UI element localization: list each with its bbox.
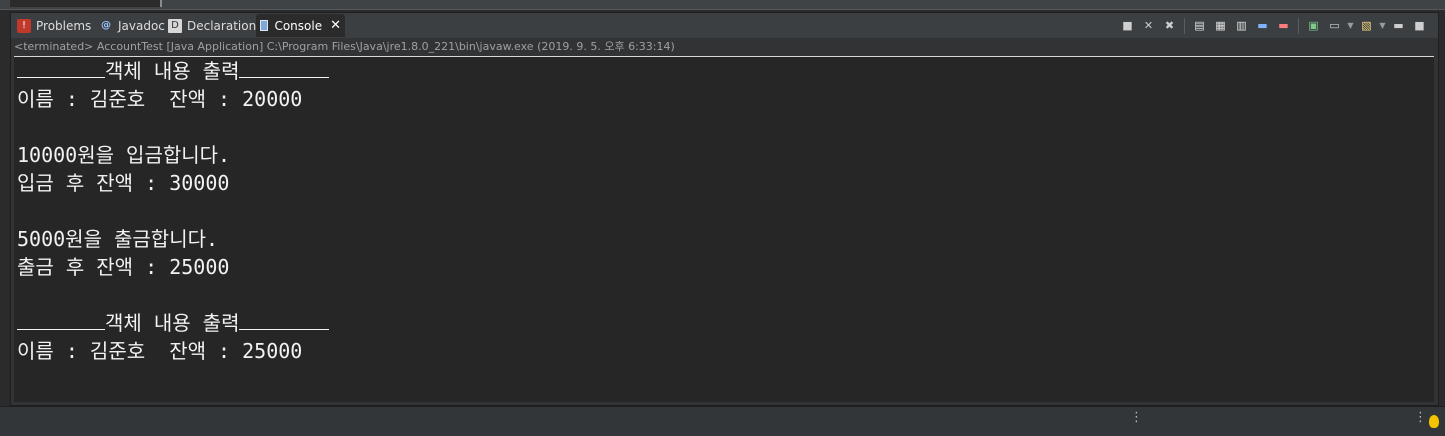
scroll-lock-icon[interactable]: ▤	[1191, 17, 1208, 34]
problems-icon: !	[17, 18, 31, 33]
close-icon[interactable]: ✕	[330, 18, 341, 33]
console-line: 10000원을 입금합니다.	[17, 143, 231, 167]
divider	[17, 59, 105, 78]
minimize-icon[interactable]: ▬	[1390, 17, 1407, 34]
console-line: 5000원을 출금합니다.	[17, 227, 219, 251]
tab-label: Declaration	[187, 18, 257, 33]
remove-launch-icon[interactable]: ✕	[1140, 17, 1157, 34]
console-line: 객체 내용 출력	[17, 59, 330, 83]
console-toolbar: ■ ✕ ✖ ▤ ▦ ▥ ▬ ▬ ▣ ▭ ▼ ▧ ▼ ▬ ■	[1119, 16, 1428, 35]
console-header-text: 객체 내용 출력	[105, 311, 240, 335]
drag-handle-icon[interactable]: ⋮	[1130, 411, 1143, 424]
toolbar-separator	[1184, 17, 1185, 34]
drag-handle-icon[interactable]: ⋮	[1414, 411, 1427, 424]
show-standard-error-icon[interactable]: ▥	[1233, 17, 1250, 34]
terminate-icon[interactable]: ■	[1119, 17, 1136, 34]
tab-label: Console	[274, 18, 323, 33]
declaration-icon: D	[168, 18, 182, 33]
tab-problems[interactable]: ! Problems	[13, 14, 95, 37]
show-standard-output-icon[interactable]: ▦	[1212, 17, 1229, 34]
display-selected-console-icon[interactable]: ▣	[1305, 17, 1322, 34]
console-line: 이름 : 김준호 잔액 : 25000	[17, 339, 303, 363]
tab-declaration[interactable]: D Declaration	[164, 14, 260, 37]
console-line: 출금 후 잔액 : 25000	[17, 255, 230, 279]
view-tab-bar: ! Problems @ Javadoc D Declaration Conso…	[11, 13, 1438, 38]
console-icon	[260, 20, 269, 31]
maximize-icon[interactable]: ■	[1411, 17, 1428, 34]
console-view: ! Problems @ Javadoc D Declaration Conso…	[10, 12, 1439, 406]
console-output-area[interactable]: 객체 내용 출력 이름 : 김준호 잔액 : 20000 10000원을 입금합…	[14, 56, 1434, 402]
console-line: 객체 내용 출력	[17, 311, 330, 335]
divider	[239, 311, 330, 330]
lightbulb-icon[interactable]	[1429, 415, 1439, 428]
pin-console-icon[interactable]: ▬	[1254, 17, 1271, 34]
tab-label: Problems	[36, 18, 92, 33]
editor-area-edge	[0, 0, 1445, 10]
tab-console[interactable]: Console ✕	[256, 14, 345, 37]
tab-javadoc[interactable]: @ Javadoc	[95, 14, 169, 37]
display-dropdown-icon[interactable]: ▭	[1326, 17, 1343, 34]
toolbar-separator	[1298, 17, 1299, 34]
word-wrap-icon[interactable]: ▬	[1275, 17, 1292, 34]
console-line: 입금 후 잔액 : 30000	[17, 171, 230, 195]
javadoc-icon: @	[101, 20, 111, 31]
process-status-label: <terminated> AccountTest [Java Applicati…	[14, 40, 675, 53]
chevron-down-icon[interactable]: ▼	[1379, 17, 1386, 34]
divider	[239, 59, 330, 78]
status-bar: ⋮ ⋮	[0, 406, 1445, 436]
chevron-down-icon[interactable]: ▼	[1347, 17, 1354, 34]
divider	[17, 311, 105, 330]
remove-all-terminated-icon[interactable]: ✖	[1161, 17, 1178, 34]
open-console-icon[interactable]: ▧	[1358, 17, 1375, 34]
tab-label: Javadoc	[118, 18, 165, 33]
console-line: 이름 : 김준호 잔액 : 20000	[17, 87, 303, 111]
editor-tab-remnant	[10, 0, 162, 7]
console-header-text: 객체 내용 출력	[105, 59, 240, 83]
